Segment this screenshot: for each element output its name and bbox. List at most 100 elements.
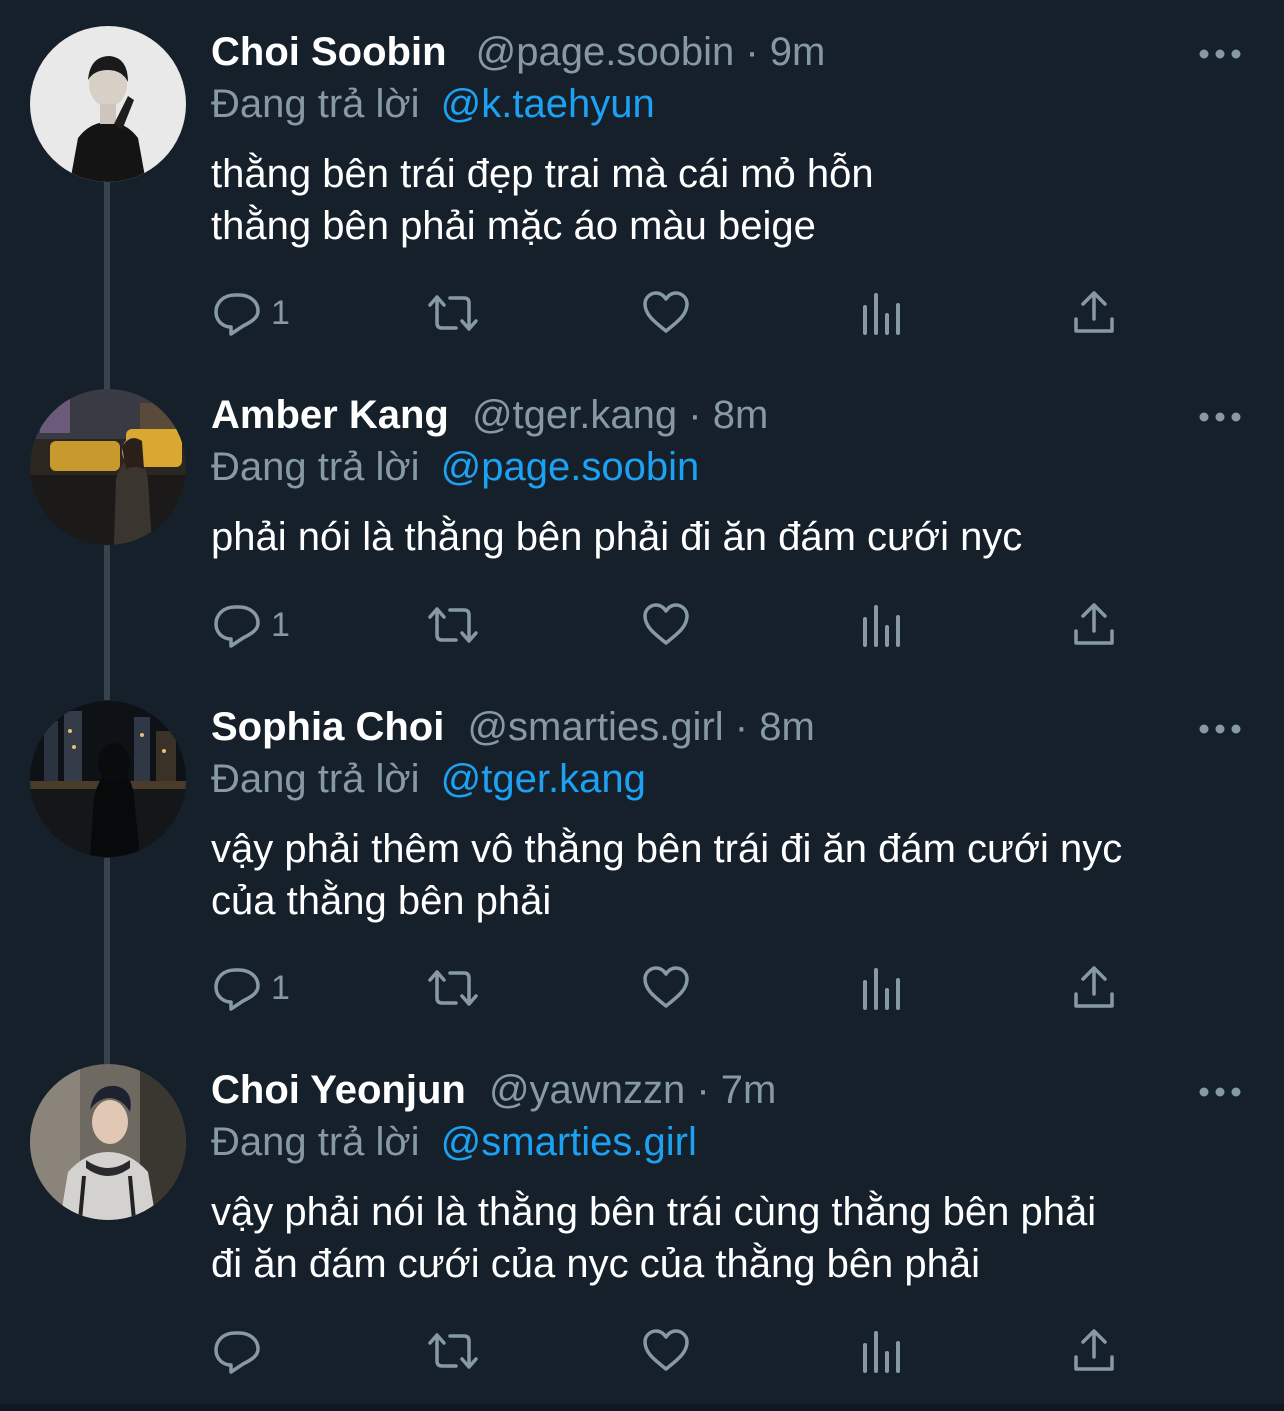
analytics-button[interactable] [860,958,904,1018]
retweet-button[interactable] [426,595,480,655]
reply-button[interactable]: 1 [213,595,290,655]
action-bar: 1 [0,958,1284,1018]
share-button[interactable] [1072,1321,1116,1381]
user-handle[interactable]: @tger.kang [472,393,677,437]
reply-to-link[interactable]: @tger.kang [441,757,646,801]
reply-button[interactable]: 1 [213,958,290,1018]
tweet-text-line: vậy phải thêm vô thằng bên trái đi ăn đá… [211,827,1123,871]
tweet-text: phải nói là thằng bên phải đi ăn đám cướ… [211,511,1022,563]
heart-icon [643,603,689,645]
action-bar [0,1321,1284,1381]
avatar[interactable] [30,26,186,182]
tweet-header: Amber Kang @tger.kang · 8m [211,389,768,441]
reply-to-link[interactable]: @smarties.girl [441,1120,697,1164]
retweet-button[interactable] [426,958,480,1018]
retweet-icon [428,295,478,331]
more-icon[interactable] [1196,407,1244,427]
tweet-text-line: phải nói là thằng bên phải đi ăn đám cướ… [211,515,1023,559]
separator: · [688,393,702,437]
reply-count: 1 [271,968,290,1007]
share-icon [1074,603,1114,645]
share-button[interactable] [1072,595,1116,655]
timestamp[interactable]: 9m [770,30,826,74]
separator: · [745,30,759,74]
more-icon[interactable] [1196,719,1244,739]
share-button[interactable] [1072,958,1116,1018]
avatar[interactable] [30,701,186,857]
share-icon [1074,291,1114,333]
tweet-header: Sophia Choi @smarties.girl · 8m [211,701,815,753]
reply-context: Đang trả lời @k.taehyun [211,78,655,130]
separator: · [696,1068,710,1112]
analytics-icon [863,293,900,335]
reply-count: 1 [271,605,290,644]
tweet-text-line: đi ăn đám cưới của nyc của thằng bên phả… [211,1242,981,1286]
analytics-button[interactable] [860,595,904,655]
thread-page: Choi Soobin @page.soobin · 9m Đang trả l… [0,0,1284,1411]
action-bar: 1 [0,595,1284,655]
like-button[interactable] [641,283,691,343]
tweet-text-line: vậy phải nói là thằng bên trái cùng thằn… [211,1190,1097,1234]
retweet-icon [428,970,478,1006]
user-handle[interactable]: @page.soobin [476,30,735,74]
display-name[interactable]: Choi Yeonjun [211,1068,466,1112]
share-icon [1074,1329,1114,1371]
reply-icon [214,293,260,336]
tweet-header: Choi Soobin @page.soobin · 9m [211,26,825,78]
analytics-button[interactable] [860,1321,904,1381]
reply-context: Đang trả lời @smarties.girl [211,1116,697,1168]
user-handle[interactable]: @smarties.girl [467,705,723,749]
retweet-icon [428,607,478,643]
like-button[interactable] [641,958,691,1018]
more-icon[interactable] [1196,1082,1244,1102]
tweet-text: vậy phải nói là thằng bên trái cùng thằn… [211,1186,1096,1290]
reply-label: Đang trả lời [211,82,420,126]
reply-to-link[interactable]: @k.taehyun [441,82,655,126]
separator: · [734,705,749,749]
share-button[interactable] [1072,283,1116,343]
heart-icon [643,291,689,333]
tweet-text: vậy phải thêm vô thằng bên trái đi ăn đá… [211,823,1122,927]
heart-icon [643,966,689,1008]
tweet-text-line: của thằng bên phải [211,879,552,923]
user-handle[interactable]: @yawnzzn [489,1068,685,1112]
reply-label: Đang trả lời [211,757,420,801]
tweet-header: Choi Yeonjun @yawnzzn · 7m [211,1064,776,1116]
reply-icon [214,605,260,648]
display-name[interactable]: Amber Kang [211,393,449,437]
reply-button[interactable]: 1 [213,283,290,343]
more-icon[interactable] [1196,44,1244,64]
timestamp[interactable]: 7m [721,1068,777,1112]
reply-label: Đang trả lời [211,1120,420,1164]
analytics-button[interactable] [860,283,904,343]
share-icon [1074,966,1114,1008]
tweet-text-line: thằng bên trái đẹp trai mà cái mỏ hỗn [211,152,874,196]
bottom-divider [0,1404,1284,1411]
tweet-text: thằng bên trái đẹp trai mà cái mỏ hỗn th… [211,148,874,252]
like-button[interactable] [641,1321,691,1381]
avatar[interactable] [30,1064,186,1220]
analytics-icon [863,1331,900,1373]
like-button[interactable] [641,595,691,655]
retweet-icon [428,1333,478,1369]
action-bar: 1 [0,283,1284,343]
avatar[interactable] [30,389,186,545]
reply-button[interactable] [213,1321,271,1381]
timestamp[interactable]: 8m [713,393,769,437]
analytics-icon [863,605,900,647]
reply-to-link[interactable]: @page.soobin [441,445,700,489]
retweet-button[interactable] [426,1321,480,1381]
reply-label: Đang trả lời [211,445,420,489]
timestamp[interactable]: 8m [759,705,815,749]
reply-icon [214,968,260,1011]
reply-context: Đang trả lời @tger.kang [211,753,646,805]
reply-icon [214,1331,260,1374]
retweet-button[interactable] [426,283,480,343]
heart-icon [643,1329,689,1371]
reply-count: 1 [271,293,290,332]
analytics-icon [863,968,900,1010]
display-name[interactable]: Choi Soobin [211,30,447,74]
tweet-text-line: thằng bên phải mặc áo màu beige [211,204,816,248]
display-name[interactable]: Sophia Choi [211,705,444,749]
reply-context: Đang trả lời @page.soobin [211,441,699,493]
